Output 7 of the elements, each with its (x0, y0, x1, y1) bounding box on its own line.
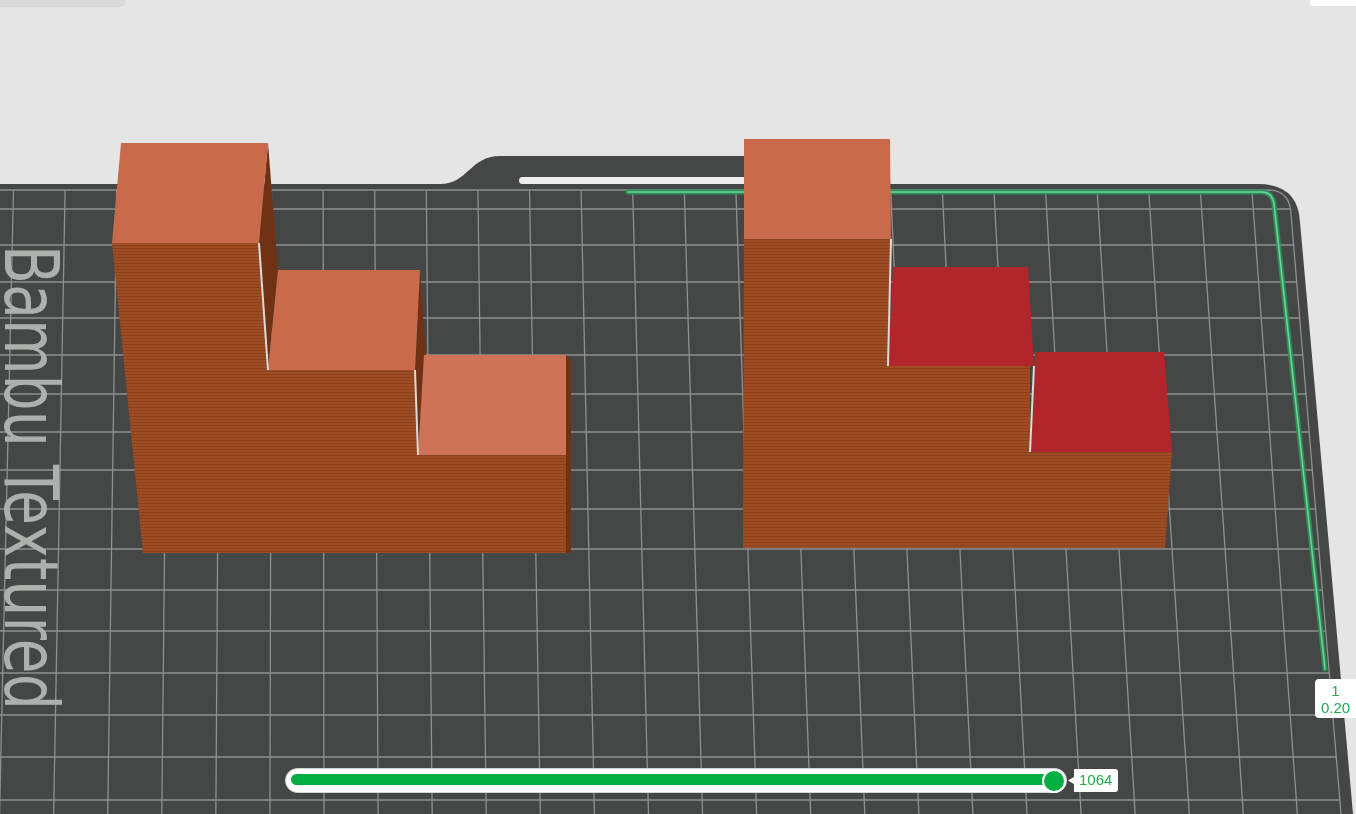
label-tag (1310, 0, 1356, 6)
plate-label: Bambu Textured (0, 245, 62, 710)
move-slider[interactable] (285, 768, 1067, 793)
layer-number: 1 (1331, 681, 1340, 699)
move-number-tag: 1064 (1068, 769, 1119, 792)
slider-thumb[interactable] (1042, 768, 1066, 793)
layer-height: 0.20 (1320, 698, 1351, 716)
